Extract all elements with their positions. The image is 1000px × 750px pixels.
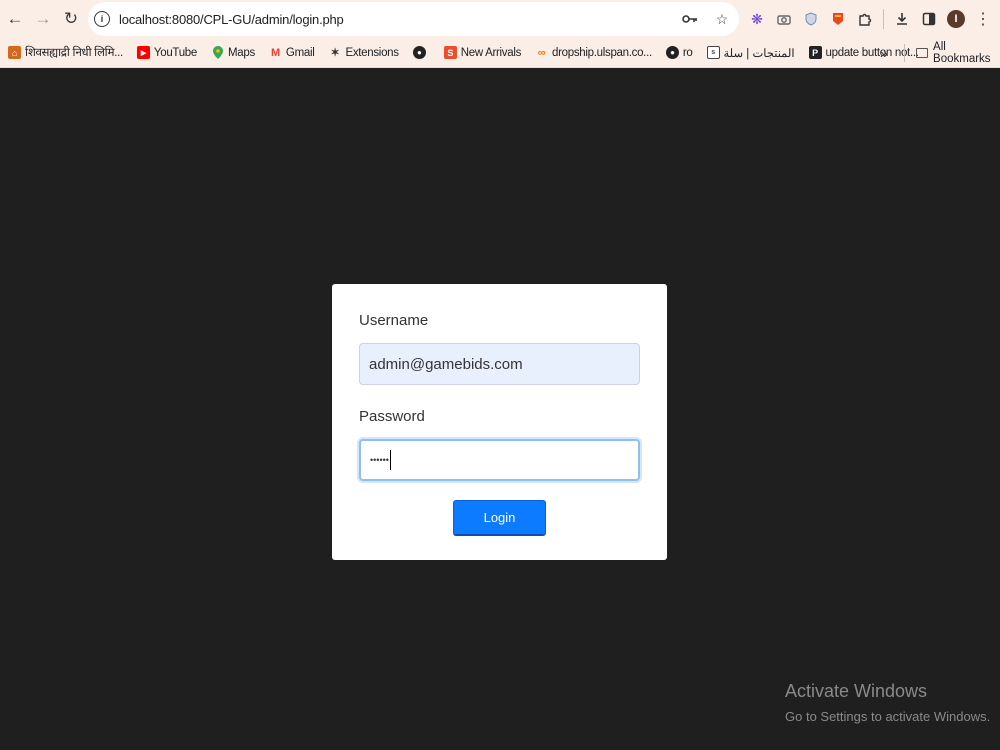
bookmark-label: ro xyxy=(682,46,693,59)
login-button[interactable]: Login xyxy=(453,500,546,536)
bookmark-label: Gmail xyxy=(285,46,315,59)
text-caret xyxy=(389,450,391,470)
menu-kebab-icon[interactable]: ⋮ xyxy=(974,10,992,28)
folder-icon xyxy=(916,48,929,58)
address-bar[interactable]: i localhost:8080/CPL-GU/admin/login.php … xyxy=(88,2,739,36)
username-label: Username xyxy=(359,312,429,329)
bookmark-label: dropship.ulspan.co... xyxy=(552,46,652,59)
bookmark-item[interactable]: ● ro xyxy=(665,46,693,59)
salla-store-icon: s xyxy=(706,46,720,59)
password-label: Password xyxy=(359,408,425,425)
bookmark-star-icon[interactable]: ☆ xyxy=(713,10,731,28)
all-bookmarks-label: All Bookmarks xyxy=(933,41,991,65)
bookmark-label: शिवसह्याद्री निधी लिमि... xyxy=(25,47,123,59)
back-arrow-icon[interactable]: ← xyxy=(2,6,28,32)
bookmark-item[interactable]: ● xyxy=(412,46,430,59)
key-icon[interactable] xyxy=(681,10,699,28)
bookmark-item[interactable]: S New Arrivals xyxy=(443,46,522,59)
bookmark-item[interactable]: ⌂ शिवसह्याद्री निधी लिमि... xyxy=(8,45,123,60)
bookmark-label: Extensions xyxy=(345,46,399,59)
extension-purple-icon[interactable]: ❋ xyxy=(748,10,766,28)
bookmark-label: YouTube xyxy=(153,46,197,59)
bookmark-label: Maps xyxy=(228,46,255,59)
password-mask: •••••• xyxy=(370,455,389,465)
profile-avatar[interactable]: I xyxy=(947,10,965,28)
bookmark-item[interactable]: Maps xyxy=(211,46,255,59)
bookmark-item[interactable]: s المنتجات | سلة xyxy=(706,46,795,60)
bookmarks-bar: ⌂ शिवसह्याद्री निधी लिमि... ▶ YouTube Ma… xyxy=(0,38,1000,68)
more-bookmarks-chevron-icon[interactable]: » xyxy=(880,38,888,68)
side-panel-icon[interactable] xyxy=(920,10,938,28)
bookmark-item[interactable]: ∞ dropship.ulspan.co... xyxy=(535,46,652,59)
url-text[interactable]: localhost:8080/CPL-GU/admin/login.php xyxy=(119,12,344,27)
youtube-icon: ▶ xyxy=(136,46,150,59)
globe-icon: ● xyxy=(412,46,426,59)
reload-icon[interactable]: ↻ xyxy=(58,6,84,32)
globe-icon: ● xyxy=(665,46,679,59)
link-icon: ∞ xyxy=(537,46,546,59)
bookmark-favicon-icon: ⌂ xyxy=(8,46,21,59)
username-input[interactable]: admin@gamebids.com xyxy=(359,343,640,385)
all-bookmarks-button[interactable]: All Bookmarks xyxy=(916,38,1000,68)
badge-extension-icon[interactable] xyxy=(829,10,847,28)
password-input[interactable]: •••••• xyxy=(359,439,640,481)
toolbar-separator xyxy=(883,9,884,29)
shield-extension-icon[interactable] xyxy=(802,10,820,28)
login-card: Username admin@gamebids.com Password •••… xyxy=(332,284,667,560)
bookmark-label: المنتجات | سلة xyxy=(723,47,795,60)
maps-pin-icon xyxy=(211,46,224,59)
site-info-icon[interactable]: i xyxy=(94,11,110,27)
bookmarks-separator xyxy=(904,44,905,62)
username-value: admin@gamebids.com xyxy=(369,355,523,373)
activate-windows-subtitle: Go to Settings to activate Windows. xyxy=(785,709,991,724)
browser-toolbar: ← → ↻ i localhost:8080/CPL-GU/admin/logi… xyxy=(0,0,1000,38)
bookmark-item[interactable]: ✶ Extensions xyxy=(328,46,399,60)
bookmark-item[interactable]: M Gmail xyxy=(269,46,315,59)
puzzle-piece-icon: ✶ xyxy=(330,47,340,59)
bookmark-item[interactable]: P update button not... xyxy=(808,46,919,59)
gmail-icon: M xyxy=(270,46,280,59)
activate-windows-title: Activate Windows xyxy=(785,681,928,701)
forum-icon: P xyxy=(808,46,822,59)
download-icon[interactable] xyxy=(893,10,911,28)
bookmark-item[interactable]: ▶ YouTube xyxy=(136,46,197,59)
bookmark-label: New Arrivals xyxy=(460,46,522,59)
camera-extension-icon[interactable] xyxy=(775,10,793,28)
forward-arrow-icon[interactable]: → xyxy=(30,6,56,32)
shopee-bag-icon: S xyxy=(443,46,457,59)
puzzle-extensions-icon[interactable] xyxy=(856,10,874,28)
